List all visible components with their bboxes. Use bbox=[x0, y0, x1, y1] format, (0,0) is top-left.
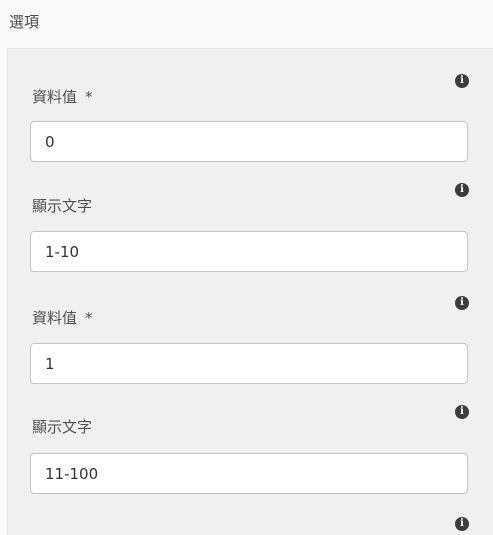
info-icon[interactable]: i bbox=[455, 405, 469, 419]
value-input[interactable] bbox=[30, 343, 468, 384]
required-mark: * bbox=[85, 88, 93, 106]
value-field-label: 資料值 * bbox=[32, 308, 93, 328]
display-text-input[interactable] bbox=[30, 453, 468, 494]
info-icon[interactable]: i bbox=[455, 74, 469, 88]
options-panel: i 資料值 * i 顯示文字 i 資料值 * i 顯示文字 i bbox=[7, 48, 493, 535]
value-input[interactable] bbox=[30, 121, 468, 162]
text-field-label: 顯示文字 bbox=[32, 197, 93, 215]
value-label-text: 資料值 bbox=[32, 88, 78, 106]
info-icon[interactable]: i bbox=[455, 296, 469, 310]
required-mark: * bbox=[85, 309, 93, 327]
text-field-label: 顯示文字 bbox=[32, 418, 93, 436]
value-label-text: 資料值 bbox=[32, 309, 78, 327]
section-title: 選項 bbox=[9, 13, 40, 31]
display-text-input[interactable] bbox=[30, 231, 468, 272]
options-page: 選項 i 資料值 * i 顯示文字 i 資料值 * i 顯示文字 bbox=[0, 0, 493, 535]
info-icon[interactable]: i bbox=[455, 183, 469, 197]
info-icon[interactable]: i bbox=[455, 517, 469, 531]
value-field-label: 資料值 * bbox=[32, 87, 93, 107]
